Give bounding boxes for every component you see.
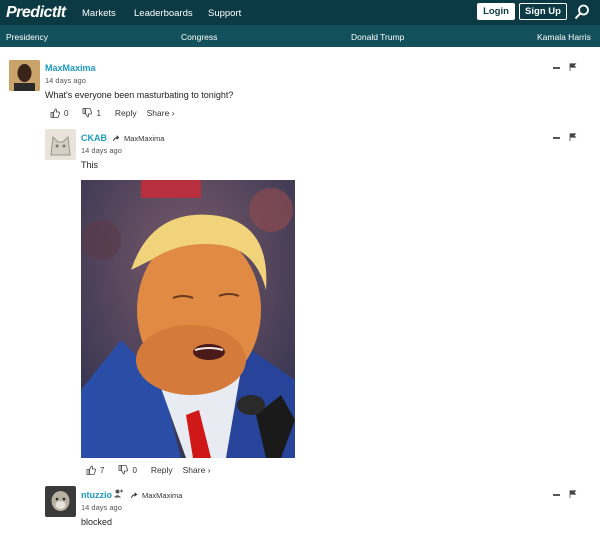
comment-actions: 7 0 Reply Share › bbox=[86, 465, 221, 475]
attached-image[interactable] bbox=[81, 180, 295, 458]
thumbs-down-icon[interactable] bbox=[82, 108, 93, 118]
reply-arrow-icon bbox=[131, 492, 138, 499]
dislike-count: 1 bbox=[96, 108, 101, 118]
market-category-bar: Presidency Congress Donald Trump Kamala … bbox=[0, 25, 600, 47]
avatar[interactable] bbox=[45, 129, 76, 160]
subnav-donald-trump[interactable]: Donald Trump bbox=[351, 32, 404, 42]
sign-up-button[interactable]: Sign Up bbox=[519, 3, 567, 20]
reply-arrow-icon bbox=[113, 135, 120, 142]
predictit-logo[interactable]: PredictIt bbox=[6, 4, 66, 22]
comment-actions: 0 1 Reply Share › bbox=[50, 108, 185, 118]
username[interactable]: MaxMaxima bbox=[45, 63, 96, 73]
comment-text: What's everyone been masturbating to ton… bbox=[45, 90, 234, 100]
collapse-icon[interactable] bbox=[553, 494, 560, 496]
timestamp: 14 days ago bbox=[81, 146, 122, 155]
thumbs-up-icon[interactable] bbox=[50, 108, 60, 118]
share-link[interactable]: Share › bbox=[183, 465, 211, 475]
timestamp: 14 days ago bbox=[81, 503, 122, 512]
login-button[interactable]: Login bbox=[477, 3, 515, 20]
thumbs-down-icon[interactable] bbox=[118, 465, 129, 475]
collapse-icon[interactable] bbox=[553, 137, 560, 139]
top-navigation-bar: PredictIt Markets Leaderboards Support L… bbox=[0, 0, 600, 25]
username[interactable]: CKAB bbox=[81, 133, 107, 143]
flag-icon[interactable] bbox=[569, 490, 577, 498]
reply-to-user: MaxMaxima bbox=[142, 491, 183, 500]
avatar[interactable] bbox=[9, 60, 40, 91]
nav-support[interactable]: Support bbox=[208, 8, 241, 19]
comment-text: This bbox=[81, 160, 99, 170]
reply-to-indicator[interactable]: MaxMaxima bbox=[131, 491, 182, 500]
follow-user-icon[interactable] bbox=[114, 489, 123, 498]
comment-text: blocked bbox=[81, 517, 113, 527]
reply-to-indicator[interactable]: MaxMaxima bbox=[113, 134, 164, 143]
dislike-count: 0 bbox=[132, 465, 137, 475]
timestamp: 14 days ago bbox=[45, 76, 86, 85]
like-count: 0 bbox=[64, 108, 69, 118]
flag-icon[interactable] bbox=[569, 133, 577, 141]
username[interactable]: ntuzzio bbox=[81, 490, 112, 500]
collapse-icon[interactable] bbox=[553, 67, 560, 69]
reply-link[interactable]: Reply bbox=[115, 108, 137, 118]
like-count: 7 bbox=[100, 465, 105, 475]
subnav-presidency[interactable]: Presidency bbox=[6, 32, 48, 42]
thumbs-up-icon[interactable] bbox=[86, 465, 96, 475]
reply-link[interactable]: Reply bbox=[151, 465, 173, 475]
flag-icon[interactable] bbox=[569, 63, 577, 71]
share-link[interactable]: Share › bbox=[147, 108, 175, 118]
nav-leaderboards[interactable]: Leaderboards bbox=[134, 8, 193, 19]
avatar[interactable] bbox=[45, 486, 76, 517]
nav-markets[interactable]: Markets bbox=[82, 8, 116, 19]
subnav-kamala-harris[interactable]: Kamala Harris bbox=[537, 32, 591, 42]
subnav-congress[interactable]: Congress bbox=[181, 32, 217, 42]
search-icon[interactable] bbox=[574, 4, 590, 20]
reply-to-user: MaxMaxima bbox=[124, 134, 165, 143]
